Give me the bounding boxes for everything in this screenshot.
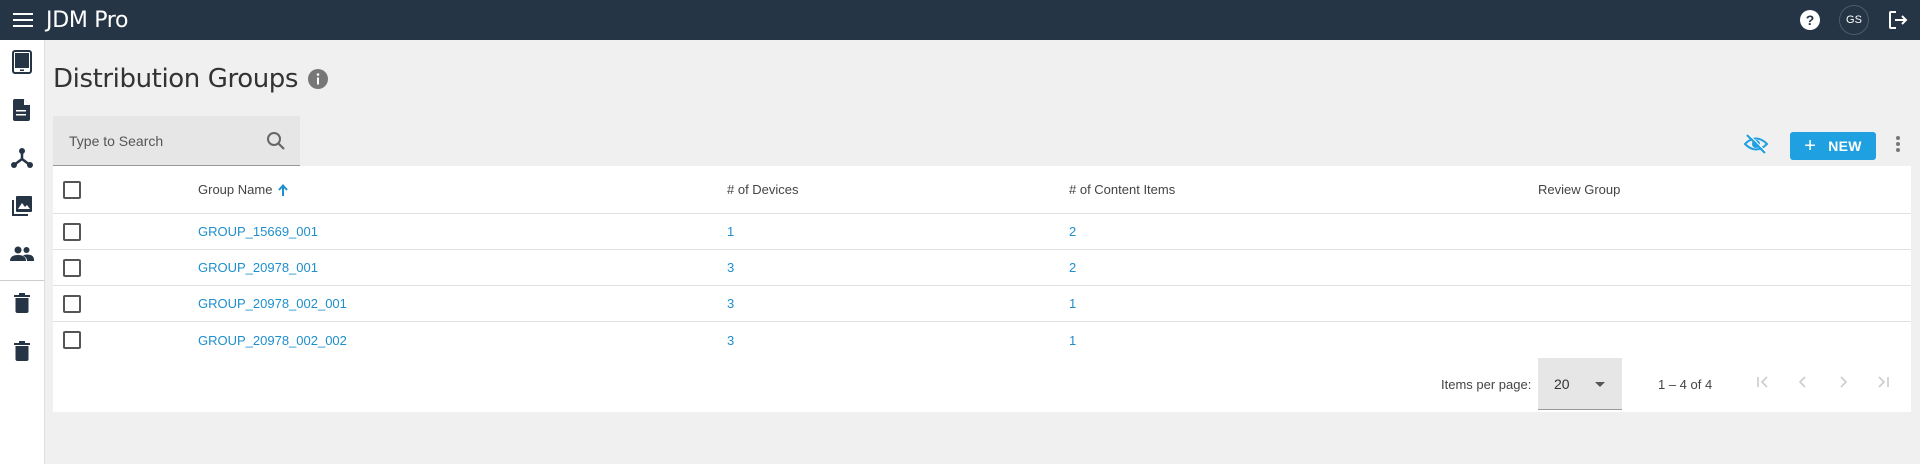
last-page-button[interactable] <box>1868 369 1898 399</box>
chevron-left-icon <box>1796 375 1810 394</box>
sidebar-item-distribution-groups[interactable] <box>0 136 44 184</box>
page-title: Distribution Groups <box>53 64 299 94</box>
column-header-group-name[interactable]: Group Name <box>198 166 289 213</box>
media-library-icon <box>11 195 33 222</box>
items-per-page-label: Items per page: <box>1441 377 1532 392</box>
first-page-icon <box>1756 375 1770 394</box>
search-field[interactable] <box>53 116 300 166</box>
sidebar-item-trash-2[interactable] <box>0 329 44 377</box>
table-toolbar: + NEW <box>1736 131 1920 161</box>
table-row: GROUP_15669_001 1 2 <box>53 214 1911 250</box>
top-app-bar: JDM Pro ? GS <box>0 0 1920 40</box>
row-checkbox[interactable] <box>63 222 81 241</box>
help-icon[interactable]: ? <box>1788 0 1832 40</box>
sidebar-item-users[interactable] <box>0 232 44 280</box>
devices-count-link[interactable]: 3 <box>727 286 734 321</box>
devices-count-link[interactable]: 3 <box>727 250 734 285</box>
items-per-page-value: 20 <box>1554 376 1570 392</box>
page-range-label: 1 – 4 of 4 <box>1658 377 1713 392</box>
column-header-label: Group Name <box>198 182 273 197</box>
content-items-count-link[interactable]: 1 <box>1069 322 1076 358</box>
more-options-button[interactable] <box>1876 131 1920 161</box>
row-checkbox[interactable] <box>63 258 81 277</box>
new-button-label: NEW <box>1828 138 1862 154</box>
row-checkbox[interactable] <box>63 331 81 349</box>
first-page-button[interactable] <box>1748 369 1778 399</box>
table-row: GROUP_20978_001 3 2 <box>53 250 1911 286</box>
user-avatar[interactable]: GS <box>1839 5 1869 35</box>
trash-icon <box>14 292 30 318</box>
items-per-page-select[interactable]: 20 <box>1538 358 1622 410</box>
hierarchy-icon <box>11 147 33 173</box>
trash-icon <box>14 340 30 366</box>
app-title: JDM Pro <box>46 7 129 33</box>
table-header-row: Group Name # of Devices # of Content Ite… <box>53 166 1911 214</box>
row-checkbox[interactable] <box>63 294 81 313</box>
sidebar-item-content[interactable] <box>0 88 44 136</box>
page-header: Distribution Groups <box>53 64 329 94</box>
visibility-off-icon <box>1743 133 1769 159</box>
search-input[interactable] <box>69 132 259 149</box>
document-icon <box>13 98 31 126</box>
group-name-link[interactable]: GROUP_20978_002_002 <box>198 322 347 358</box>
last-page-icon <box>1876 375 1890 394</box>
table-row: GROUP_20978_002_001 3 1 <box>53 286 1911 322</box>
info-icon[interactable] <box>308 69 329 89</box>
table-row: GROUP_20978_002_002 3 1 <box>53 322 1911 358</box>
people-icon <box>10 246 34 267</box>
group-name-link[interactable]: GROUP_20978_002_001 <box>198 286 347 321</box>
next-page-button[interactable] <box>1828 369 1858 399</box>
svg-text:?: ? <box>1806 12 1815 28</box>
devices-count-link[interactable]: 3 <box>727 322 734 358</box>
sidebar-item-media[interactable] <box>0 184 44 232</box>
content-items-count-link[interactable]: 1 <box>1069 286 1076 321</box>
devices-count-link[interactable]: 1 <box>727 214 734 249</box>
paginator: Items per page: 20 1 – 4 of 4 <box>53 358 1911 412</box>
column-header-review-group[interactable]: Review Group <box>1538 166 1620 213</box>
content-items-count-link[interactable]: 2 <box>1069 214 1076 249</box>
menu-icon[interactable] <box>0 0 46 40</box>
previous-page-button[interactable] <box>1788 369 1818 399</box>
sidebar-nav <box>0 40 45 464</box>
plus-icon: + <box>1804 135 1817 157</box>
logout-icon[interactable] <box>1876 0 1920 40</box>
dropdown-arrow-icon <box>1595 382 1605 387</box>
sidebar-item-devices[interactable] <box>0 40 44 88</box>
content-items-count-link[interactable]: 2 <box>1069 250 1076 285</box>
more-vert-icon <box>1895 135 1901 158</box>
hide-columns-button[interactable] <box>1736 131 1776 161</box>
sidebar-item-trash[interactable] <box>0 281 44 329</box>
group-name-link[interactable]: GROUP_20978_001 <box>198 250 318 285</box>
chevron-right-icon <box>1836 375 1850 394</box>
tablet-icon <box>12 49 32 79</box>
sort-ascending-icon <box>278 183 289 196</box>
search-icon[interactable] <box>266 131 286 156</box>
select-all-checkbox[interactable] <box>63 180 81 199</box>
groups-table: Group Name # of Devices # of Content Ite… <box>53 166 1911 412</box>
new-button[interactable]: + NEW <box>1790 132 1876 160</box>
column-header-content-items[interactable]: # of Content Items <box>1069 166 1175 213</box>
column-header-devices[interactable]: # of Devices <box>727 166 799 213</box>
group-name-link[interactable]: GROUP_15669_001 <box>198 214 318 249</box>
